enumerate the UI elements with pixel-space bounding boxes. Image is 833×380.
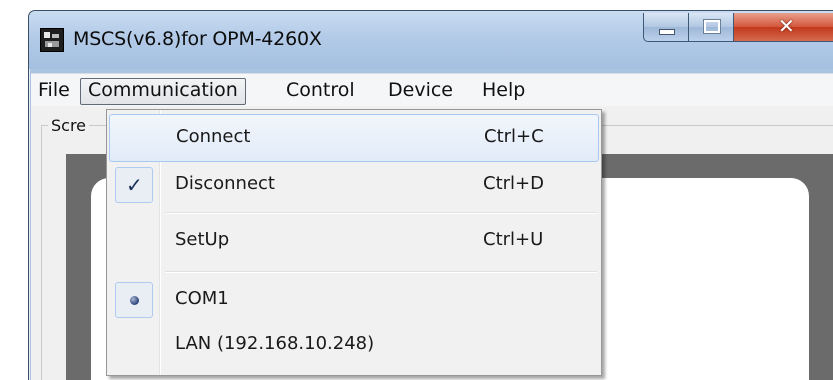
radio-state-box (115, 282, 153, 318)
menu-communication[interactable]: Communication (80, 78, 246, 105)
close-button[interactable]: ✕ (733, 13, 833, 42)
menu-control[interactable]: Control (279, 78, 362, 103)
menu-item-label: Disconnect (175, 173, 275, 194)
menu-item-shortcut: Ctrl+U (483, 229, 544, 250)
menu-item-label: SetUp (175, 229, 230, 250)
screen-group-label: Scre (48, 116, 90, 135)
menu-file[interactable]: File (31, 78, 77, 103)
menu-item-connect[interactable]: Connect Ctrl+C (109, 114, 599, 162)
checkmark-icon: ✓ (126, 173, 143, 197)
menu-item-label: LAN (192.168.10.248) (175, 333, 375, 354)
window-title: MSCS(v6.8)for OPM-4260X (73, 28, 322, 50)
menu-separator (165, 271, 597, 272)
menu-help[interactable]: Help (475, 78, 532, 103)
menu-item-com1[interactable]: COM1 (109, 277, 599, 323)
menu-separator (165, 212, 597, 213)
communication-dropdown-menu: Connect Ctrl+C ✓ Disconnect Ctrl+D SetUp… (106, 109, 602, 376)
checked-state-box: ✓ (115, 167, 153, 203)
menu-item-shortcut: Ctrl+C (484, 126, 544, 147)
menu-item-setup[interactable]: SetUp Ctrl+U (109, 218, 599, 264)
maximize-icon (703, 19, 721, 34)
minimize-icon (659, 29, 675, 35)
app-logo-icon[interactable] (40, 28, 64, 52)
caption-buttons: ✕ (643, 13, 833, 42)
menu-item-label: Connect (176, 126, 251, 147)
maximize-button[interactable] (688, 13, 734, 42)
title-bar[interactable]: MSCS(v6.8)for OPM-4260X ✕ (29, 11, 833, 69)
menu-item-label: COM1 (175, 288, 229, 309)
menu-bar: File Communication Control Device Help (31, 73, 833, 106)
menu-item-lan[interactable]: LAN (192.168.10.248) (109, 322, 599, 368)
menu-item-shortcut: Ctrl+D (483, 173, 544, 194)
minimize-button[interactable] (643, 13, 689, 42)
radio-bullet-icon (130, 296, 139, 305)
close-icon: ✕ (778, 14, 795, 38)
menu-item-disconnect[interactable]: ✓ Disconnect Ctrl+D (109, 162, 599, 208)
menu-device[interactable]: Device (381, 78, 460, 103)
